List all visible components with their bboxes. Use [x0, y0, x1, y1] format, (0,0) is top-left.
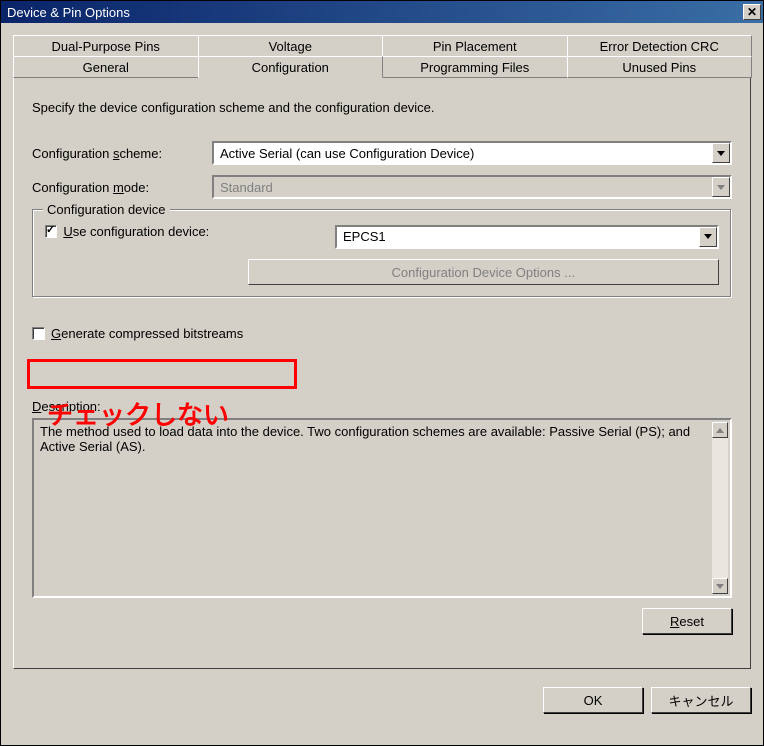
label-description: Description: [32, 399, 732, 414]
select-config-scheme[interactable]: Active Serial (can use Configuration Dev… [212, 141, 732, 165]
ok-button[interactable]: OK [543, 687, 643, 713]
description-text: The method used to load data into the de… [40, 424, 690, 454]
tab-pin-placement[interactable]: Pin Placement [382, 35, 568, 57]
tab-row-2: General Configuration Programming Files … [13, 56, 751, 78]
dialog-window: Device & Pin Options ✕ Dual-Purpose Pins… [0, 0, 764, 746]
tab-voltage[interactable]: Voltage [198, 35, 384, 57]
scrollbar-down-icon[interactable] [712, 578, 728, 594]
titlebar: Device & Pin Options ✕ [1, 1, 763, 23]
scrollbar-up-icon[interactable] [712, 422, 728, 438]
select-config-device[interactable]: EPCS1 [335, 225, 719, 249]
select-config-mode-value: Standard [220, 180, 273, 195]
label-config-mode: Configuration mode: [32, 180, 212, 195]
select-config-device-value: EPCS1 [343, 229, 386, 244]
label-use-config-device: Use configuration device: [63, 224, 335, 239]
cancel-button[interactable]: キャンセル [651, 687, 751, 713]
row-config-mode: Configuration mode: Standard [32, 175, 732, 199]
row-config-scheme: Configuration scheme: Active Serial (can… [32, 141, 732, 165]
select-config-scheme-value: Active Serial (can use Configuration Dev… [220, 146, 474, 161]
tab-programming-files[interactable]: Programming Files [382, 56, 568, 78]
tab-panel-configuration: Specify the device configuration scheme … [13, 77, 751, 669]
label-config-scheme: Configuration scheme: [32, 146, 212, 161]
chevron-down-icon [699, 227, 717, 247]
close-button[interactable]: ✕ [743, 4, 761, 20]
label-generate-compressed: Generate compressed bitstreams [51, 326, 243, 341]
row-use-config-device: Use configuration device: EPCS1 [45, 224, 719, 249]
checkbox-generate-compressed[interactable] [32, 327, 45, 340]
groupbox-title: Configuration device [43, 202, 170, 217]
groupbox-config-device: Configuration device Use configuration d… [32, 209, 732, 298]
tab-unused-pins[interactable]: Unused Pins [567, 56, 753, 78]
button-config-device-options: Configuration Device Options ... [248, 259, 719, 285]
textarea-description: The method used to load data into the de… [32, 418, 732, 598]
reset-button[interactable]: Reset [642, 608, 732, 634]
tab-dual-purpose-pins[interactable]: Dual-Purpose Pins [13, 35, 199, 57]
row-reset: Reset [32, 608, 732, 634]
checkbox-use-config-device[interactable] [45, 225, 57, 238]
panel-instruction: Specify the device configuration scheme … [32, 100, 732, 115]
window-title: Device & Pin Options [7, 5, 130, 20]
tab-error-detection-crc[interactable]: Error Detection CRC [567, 35, 753, 57]
row-generate-compressed: Generate compressed bitstreams [32, 326, 732, 341]
select-config-mode: Standard [212, 175, 732, 199]
tabs: Dual-Purpose Pins Voltage Pin Placement … [13, 35, 751, 669]
chevron-down-icon [712, 143, 730, 163]
chevron-down-icon [712, 177, 730, 197]
scrollbar-vertical[interactable] [712, 422, 728, 594]
use-config-device-check-wrap: Use configuration device: [45, 224, 335, 239]
dialog-buttons: OK キャンセル [13, 687, 751, 713]
tab-configuration[interactable]: Configuration [198, 56, 384, 78]
tab-general[interactable]: General [13, 56, 199, 78]
client-area: Dual-Purpose Pins Voltage Pin Placement … [1, 23, 763, 745]
tab-row-1: Dual-Purpose Pins Voltage Pin Placement … [13, 35, 751, 57]
